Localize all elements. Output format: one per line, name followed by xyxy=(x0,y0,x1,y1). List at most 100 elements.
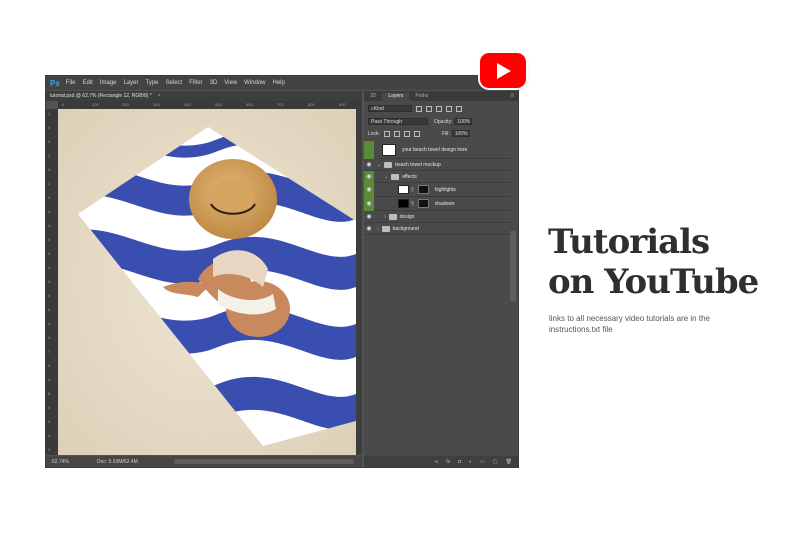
ruler-tick: 400 xyxy=(184,102,191,107)
menu-image[interactable]: Image xyxy=(100,80,117,86)
smart-object-filter-icon[interactable] xyxy=(456,105,462,112)
ruler-tick: 0 xyxy=(48,237,51,242)
pixel-filter-icon[interactable] xyxy=(416,105,422,112)
layer-filter-row: ⌕ Kind xyxy=(368,104,514,113)
kind-filter-select[interactable]: ⌕ Kind xyxy=(368,105,412,112)
folder-icon xyxy=(388,213,397,220)
photoshop-window: Ps File Edit Image Layer Type Select Fil… xyxy=(46,76,518,467)
eye-icon[interactable]: ◉ xyxy=(364,196,374,211)
link-icon: § xyxy=(411,200,414,207)
tab-close-icon[interactable]: × xyxy=(158,93,161,99)
lock-position-icon[interactable] xyxy=(403,130,410,137)
eye-icon[interactable]: ◉ xyxy=(364,211,374,223)
menu-layer[interactable]: Layer xyxy=(124,80,139,86)
chevron-right-icon[interactable]: › xyxy=(377,226,379,232)
mask-icon[interactable]: ◘ xyxy=(458,459,461,465)
opacity-label: Opacity: xyxy=(434,118,453,125)
lock-label: Lock: xyxy=(368,130,380,137)
eye-icon[interactable]: ◉ xyxy=(364,159,374,171)
link-layers-icon[interactable]: ∞ xyxy=(435,459,439,465)
tab-paths[interactable]: Paths xyxy=(409,93,434,101)
lock-paint-icon[interactable] xyxy=(393,130,400,137)
ruler-tick: 0 xyxy=(48,433,51,438)
ruler-tick: 300 xyxy=(153,102,160,107)
canvas-horizontal-scrollbar[interactable] xyxy=(174,459,354,464)
layer-row[interactable]: ◉ ⌄ beach towel mockup xyxy=(364,159,510,171)
layer-name: effects xyxy=(402,173,417,180)
ruler-tick: 4 xyxy=(48,223,51,228)
layer-row[interactable]: your beach towel design here xyxy=(364,140,510,159)
adjustment-icon[interactable]: ◐ xyxy=(469,459,472,465)
tab-3d[interactable]: 3D xyxy=(364,93,382,101)
opacity-field[interactable]: 100% xyxy=(454,118,473,125)
eye-icon[interactable]: ◉ xyxy=(364,223,374,235)
fx-icon[interactable]: fx xyxy=(446,459,450,465)
new-layer-icon[interactable]: ▢ xyxy=(493,459,498,465)
lock-all-icon[interactable] xyxy=(413,130,420,137)
layers-scrollbar[interactable] xyxy=(510,231,516,301)
visibility-icon[interactable] xyxy=(364,140,374,159)
layer-name: your beach towel design here xyxy=(402,146,468,153)
folder-icon[interactable]: ▭ xyxy=(480,459,485,465)
menu-view[interactable]: View xyxy=(224,80,237,86)
blend-mode-value: Pass Through xyxy=(371,118,403,125)
ruler-tick: 0 xyxy=(48,125,51,130)
layer-row[interactable]: ◉ ⌄ effects xyxy=(364,170,510,183)
ruler-tick: 0 xyxy=(48,363,51,368)
chevron-down-icon[interactable]: ⌄ xyxy=(377,162,381,168)
ruler-tick: 0 xyxy=(48,251,51,256)
fill-field[interactable]: 100% xyxy=(451,130,470,137)
youtube-logo xyxy=(480,53,526,88)
ruler-tick: 8 xyxy=(48,391,51,396)
menu-type[interactable]: Type xyxy=(146,80,159,86)
ruler-tick: 3 xyxy=(48,181,51,186)
headline: Tutorials on YouTube xyxy=(548,222,788,302)
layer-name: shadows xyxy=(434,200,455,207)
layer-row[interactable]: ◉ › design xyxy=(364,211,510,223)
blend-mode-select[interactable]: Pass Through xyxy=(368,118,428,125)
lock-pixels-icon[interactable] xyxy=(383,130,390,137)
eye-icon[interactable]: ◉ xyxy=(364,182,374,197)
layer-row[interactable]: ◉ § shadows xyxy=(364,196,510,211)
chevron-down-icon[interactable]: ⌄ xyxy=(384,174,388,180)
layer-row[interactable]: ◉ › background xyxy=(364,223,510,235)
ruler-tick: 500 xyxy=(215,102,222,107)
ruler-tick: 700 xyxy=(277,102,284,107)
menu-edit[interactable]: Edit xyxy=(82,80,92,86)
chevron-right-icon[interactable]: › xyxy=(384,214,386,220)
trash-icon[interactable]: 🗑 xyxy=(506,459,512,465)
layer-mask-thumbnail xyxy=(417,185,429,194)
document-tab[interactable]: tutorial.psd @ 62.7% (Rectangle 12, RGB/… xyxy=(46,91,362,101)
layer-name: highlights xyxy=(434,186,456,193)
panel-tabs: 3D Layers Paths xyxy=(364,91,518,101)
shape-filter-icon[interactable] xyxy=(446,105,452,112)
horizontal-ruler: 0 100 200 300 400 500 600 700 800 900 xyxy=(58,101,362,109)
tab-layers[interactable]: Layers xyxy=(382,93,410,101)
beach-towel-photo xyxy=(58,109,356,455)
ruler-tick: 0 xyxy=(48,405,51,410)
ruler-tick: 200 xyxy=(122,102,129,107)
instructions-note: links to all necessary video tutorials a… xyxy=(549,314,710,334)
menu-select[interactable]: Select xyxy=(166,80,183,86)
folder-icon xyxy=(384,161,393,168)
menu-window[interactable]: Window xyxy=(244,80,265,86)
ruler-tick: 900 xyxy=(339,102,346,107)
zoom-level[interactable]: 62.74% xyxy=(52,459,69,465)
menu-file[interactable]: File xyxy=(66,80,76,86)
status-bar: 62.74% Doc: 5.93M/62.4M xyxy=(46,456,362,467)
menu-help[interactable]: Help xyxy=(272,80,284,86)
canvas-vertical-scrollbar[interactable] xyxy=(356,109,362,455)
vertical-ruler: 1 0 0 2 0 3 0 0 4 0 0 5 0 0 6 0 0 7 0 0 … xyxy=(46,109,58,455)
eye-icon[interactable]: ◉ xyxy=(364,170,374,183)
adjustment-filter-icon[interactable] xyxy=(426,105,432,112)
layer-row[interactable]: ◉ § highlights xyxy=(364,182,510,197)
ruler-tick: 0 xyxy=(48,139,51,144)
folder-icon xyxy=(381,225,390,232)
document-canvas[interactable] xyxy=(58,109,356,455)
ruler-tick: 800 xyxy=(308,102,315,107)
type-filter-icon[interactable] xyxy=(436,105,442,112)
menu-filter[interactable]: Filter xyxy=(189,80,202,86)
menu-3d[interactable]: 3D xyxy=(210,80,218,86)
panel-menu-icon[interactable]: ≡ xyxy=(510,93,514,99)
opacity-value: 100% xyxy=(457,118,471,125)
